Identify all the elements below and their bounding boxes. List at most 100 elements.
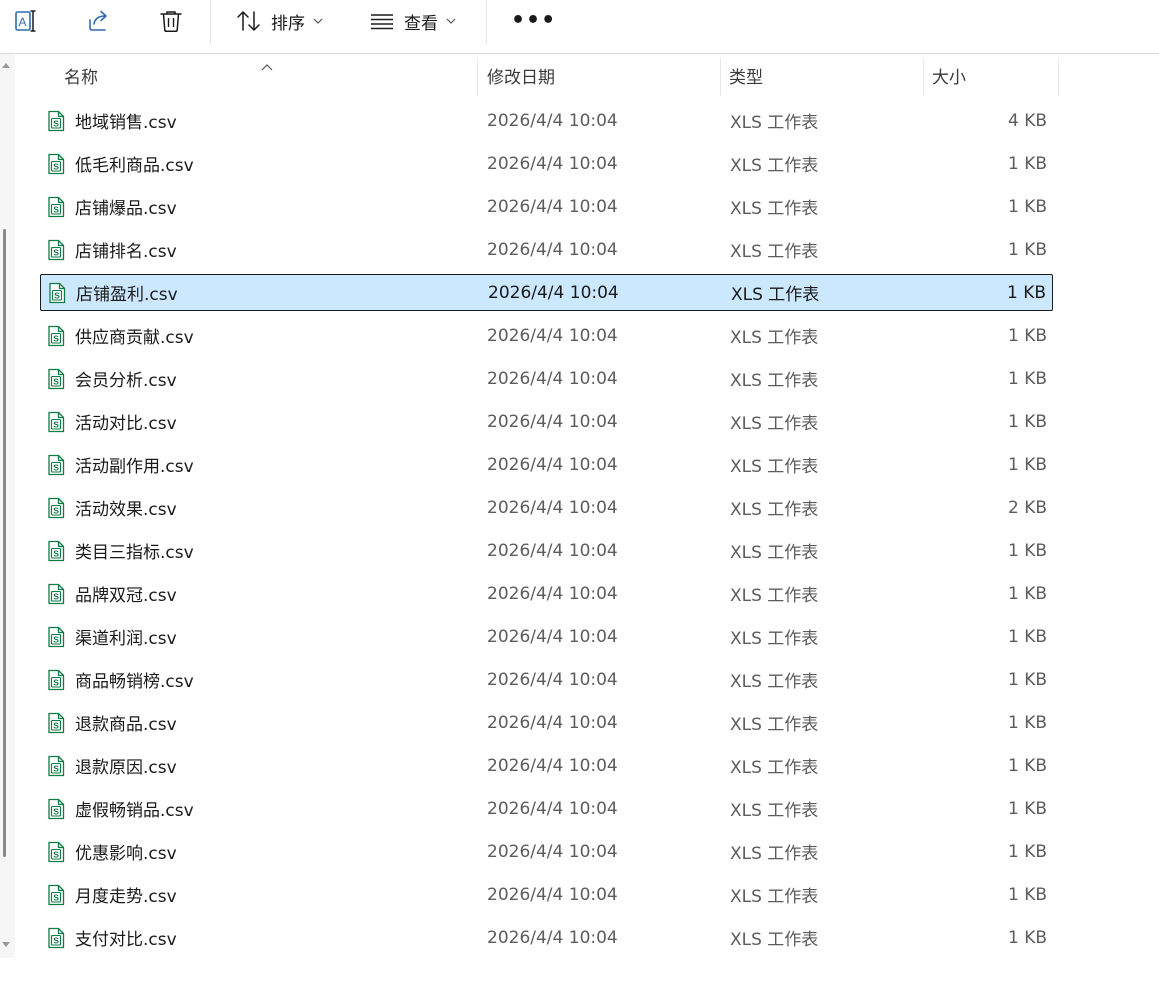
column-header-modified[interactable]: 修改日期 (487, 54, 555, 96)
file-row[interactable]: S 活动效果.csv 2026/4/4 10:04 XLS 工作表 2 KB (40, 489, 1053, 526)
file-row[interactable]: S 类目三指标.csv 2026/4/4 10:04 XLS 工作表 1 KB (40, 532, 1053, 569)
file-row[interactable]: S 店铺排名.csv 2026/4/4 10:04 XLS 工作表 1 KB (40, 231, 1053, 268)
file-size: 1 KB (1007, 755, 1047, 776)
svg-text:S: S (53, 634, 59, 644)
spreadsheet-file-icon: S (46, 583, 66, 605)
file-size: 4 KB (1007, 110, 1047, 131)
file-type: XLS 工作表 (730, 328, 819, 348)
svg-text:S: S (53, 419, 59, 429)
scroll-up-arrow-icon[interactable] (2, 63, 10, 68)
share-icon[interactable] (86, 0, 112, 42)
file-size: 2 KB (1007, 497, 1047, 518)
view-label: 查看 (404, 13, 438, 34)
file-name-cell: S 退款商品.csv (46, 704, 177, 741)
file-name: 优惠影响.csv (75, 844, 177, 864)
file-name-cell: S 商品畅销榜.csv (46, 661, 194, 698)
scroll-down-arrow-icon[interactable] (2, 942, 10, 947)
svg-text:S: S (53, 118, 59, 128)
file-name: 活动副作用.csv (75, 457, 194, 477)
spreadsheet-file-icon: S (46, 497, 66, 519)
file-row[interactable]: S 月度走势.csv 2026/4/4 10:04 XLS 工作表 1 KB (40, 876, 1053, 913)
column-header-type[interactable]: 类型 (729, 54, 763, 96)
spreadsheet-file-icon: S (46, 454, 66, 476)
file-type: XLS 工作表 (730, 629, 819, 649)
spreadsheet-file-icon: S (46, 626, 66, 648)
file-name: 渠道利润.csv (75, 629, 177, 649)
file-modified-date: 2026/4/4 10:04 (487, 454, 618, 475)
file-row[interactable]: S 会员分析.csv 2026/4/4 10:04 XLS 工作表 1 KB (40, 360, 1053, 397)
spreadsheet-file-icon: S (46, 669, 66, 691)
more-options-button[interactable]: ••• (511, 0, 556, 42)
file-size: 1 KB (1007, 325, 1047, 346)
file-size: 1 KB (1007, 884, 1047, 905)
svg-text:A: A (19, 15, 27, 29)
file-row[interactable]: S 退款商品.csv 2026/4/4 10:04 XLS 工作表 1 KB (40, 704, 1053, 741)
file-row[interactable]: S 店铺爆品.csv 2026/4/4 10:04 XLS 工作表 1 KB (40, 188, 1053, 225)
file-type: XLS 工作表 (730, 156, 819, 176)
file-row[interactable]: S 虚假畅销品.csv 2026/4/4 10:04 XLS 工作表 1 KB (40, 790, 1053, 827)
file-row[interactable]: S 低毛利商品.csv 2026/4/4 10:04 XLS 工作表 1 KB (40, 145, 1053, 182)
file-row[interactable]: S 商品畅销榜.csv 2026/4/4 10:04 XLS 工作表 1 KB (40, 661, 1053, 698)
file-row[interactable]: S 退款原因.csv 2026/4/4 10:04 XLS 工作表 1 KB (40, 747, 1053, 784)
file-name: 类目三指标.csv (75, 543, 194, 563)
file-row[interactable]: S 支付对比.csv 2026/4/4 10:04 XLS 工作表 1 KB (40, 919, 1053, 956)
file-name-cell: S 供应商贡献.csv (46, 317, 194, 354)
file-row[interactable]: S 优惠影响.csv 2026/4/4 10:04 XLS 工作表 1 KB (40, 833, 1053, 870)
file-modified-date: 2026/4/4 10:04 (487, 368, 618, 389)
file-row[interactable]: S 店铺盈利.csv 2026/4/4 10:04 XLS 工作表 1 KB (40, 274, 1053, 311)
file-row[interactable]: S 渠道利润.csv 2026/4/4 10:04 XLS 工作表 1 KB (40, 618, 1053, 655)
rename-icon[interactable]: A (14, 0, 40, 42)
column-header-name[interactable]: 名称 (64, 54, 98, 96)
file-row[interactable]: S 活动副作用.csv 2026/4/4 10:04 XLS 工作表 1 KB (40, 446, 1053, 483)
file-type: XLS 工作表 (730, 500, 819, 520)
svg-text:S: S (53, 161, 59, 171)
svg-text:S: S (53, 677, 59, 687)
file-modified-date: 2026/4/4 10:04 (487, 669, 618, 690)
file-type: XLS 工作表 (730, 199, 819, 219)
file-name-cell: S 会员分析.csv (46, 360, 177, 397)
file-name-cell: S 店铺盈利.csv (47, 275, 178, 310)
file-name: 活动对比.csv (75, 414, 177, 434)
column-divider[interactable] (720, 58, 721, 96)
file-modified-date: 2026/4/4 10:04 (487, 712, 618, 733)
spreadsheet-file-icon: S (47, 282, 67, 304)
sort-button[interactable]: 排序 (236, 0, 323, 42)
file-name: 店铺盈利.csv (76, 285, 178, 305)
toolbar-separator (486, 0, 487, 44)
file-row[interactable]: S 活动对比.csv 2026/4/4 10:04 XLS 工作表 1 KB (40, 403, 1053, 440)
file-type: XLS 工作表 (730, 715, 819, 735)
column-header-size[interactable]: 大小 (932, 54, 966, 96)
sort-label: 排序 (271, 13, 305, 34)
spreadsheet-file-icon: S (46, 196, 66, 218)
svg-text:S: S (53, 247, 59, 257)
file-row[interactable]: S 供应商贡献.csv 2026/4/4 10:04 XLS 工作表 1 KB (40, 317, 1053, 354)
column-divider[interactable] (1058, 58, 1059, 96)
file-row[interactable]: S 品牌双冠.csv 2026/4/4 10:04 XLS 工作表 1 KB (40, 575, 1053, 612)
file-name: 会员分析.csv (75, 371, 177, 391)
file-name: 地域销售.csv (75, 113, 177, 133)
spreadsheet-file-icon: S (46, 712, 66, 734)
file-size: 1 KB (1007, 841, 1047, 862)
file-modified-date: 2026/4/4 10:04 (487, 927, 618, 948)
column-divider[interactable] (923, 58, 924, 96)
column-divider[interactable] (477, 58, 478, 96)
file-type: XLS 工作表 (730, 758, 819, 778)
svg-text:S: S (53, 204, 59, 214)
file-modified-date: 2026/4/4 10:04 (487, 239, 618, 260)
trash-icon[interactable] (158, 0, 184, 42)
file-name: 商品畅销榜.csv (75, 672, 194, 692)
file-size: 1 KB (1007, 153, 1047, 174)
file-modified-date: 2026/4/4 10:04 (487, 884, 618, 905)
file-modified-date: 2026/4/4 10:04 (487, 755, 618, 776)
file-size: 1 KB (1007, 368, 1047, 389)
scrollbar-thumb[interactable] (3, 229, 6, 857)
file-type: XLS 工作表 (730, 672, 819, 692)
file-type: XLS 工作表 (730, 242, 819, 262)
file-size: 1 KB (1007, 927, 1047, 948)
file-row[interactable]: S 地域销售.csv 2026/4/4 10:04 XLS 工作表 4 KB (40, 102, 1053, 139)
file-type: XLS 工作表 (730, 844, 819, 864)
file-name: 支付对比.csv (75, 930, 177, 950)
file-modified-date: 2026/4/4 10:04 (488, 282, 619, 303)
spreadsheet-file-icon: S (46, 540, 66, 562)
view-button[interactable]: 查看 (369, 0, 456, 42)
